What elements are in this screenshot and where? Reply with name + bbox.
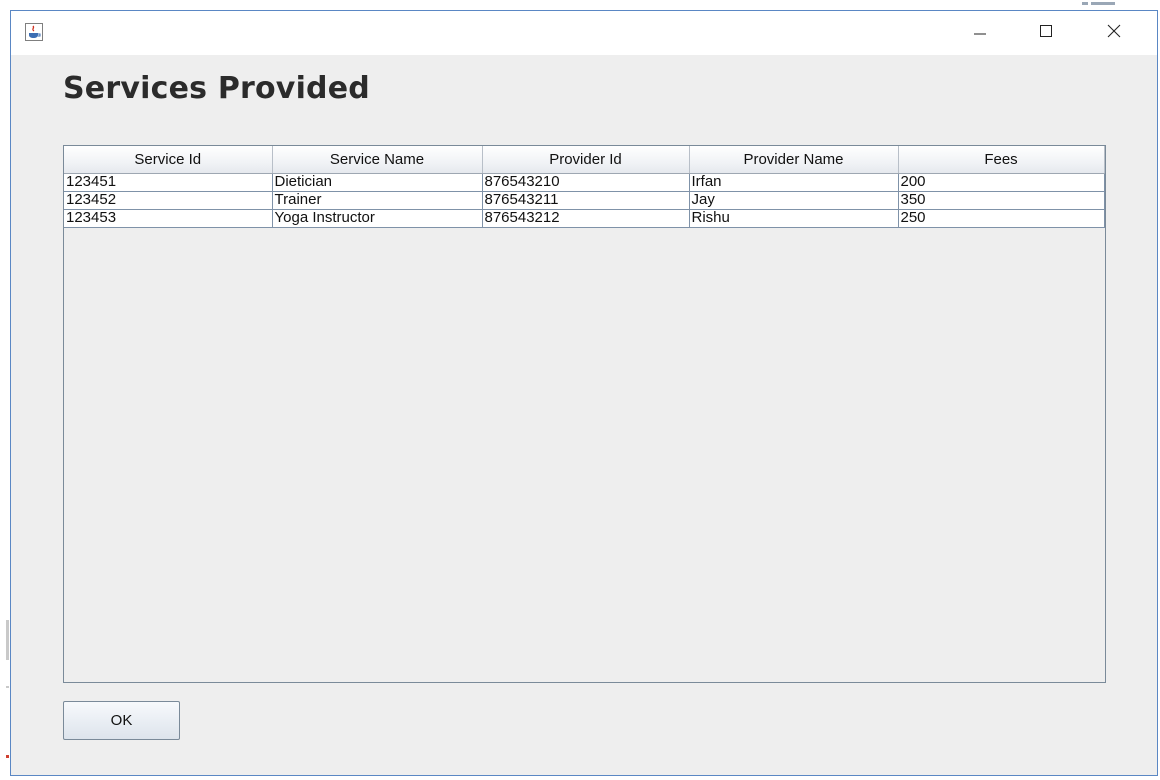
cell-provider-id[interactable]: 876543211 — [482, 191, 690, 210]
cell-provider-name[interactable]: Irfan — [689, 173, 899, 192]
close-icon — [1106, 23, 1122, 44]
services-dialog-window: Services Provided Service Id Service Nam… — [10, 10, 1158, 776]
cell-fees[interactable]: 200 — [898, 173, 1105, 192]
desktop-fragment — [6, 620, 9, 660]
column-header-fees[interactable]: Fees — [898, 146, 1105, 174]
cell-provider-name[interactable]: Rishu — [689, 209, 899, 228]
column-header-service-name[interactable]: Service Name — [272, 146, 483, 174]
maximize-button[interactable] — [1023, 11, 1069, 55]
cell-service-name[interactable]: Trainer — [272, 191, 483, 210]
cell-service-id[interactable]: 123453 — [64, 209, 273, 228]
desktop-fragment — [6, 686, 9, 688]
cell-fees[interactable]: 350 — [898, 191, 1105, 210]
cell-provider-id[interactable]: 876543210 — [482, 173, 690, 192]
maximize-icon — [1039, 24, 1053, 43]
cell-provider-name[interactable]: Jay — [689, 191, 899, 210]
desktop-fragment — [6, 755, 9, 758]
java-cup-icon — [25, 23, 43, 41]
column-header-service-id[interactable]: Service Id — [64, 146, 273, 174]
title-bar[interactable] — [11, 11, 1157, 55]
table-row[interactable]: 123453 Yoga Instructor 876543212 Rishu 2… — [64, 209, 1105, 228]
desktop-background — [0, 0, 10, 780]
cell-provider-id[interactable]: 876543212 — [482, 209, 690, 228]
table-row[interactable]: 123452 Trainer 876543211 Jay 350 — [64, 191, 1105, 210]
cell-service-name[interactable]: Yoga Instructor — [272, 209, 483, 228]
close-button[interactable] — [1091, 11, 1137, 55]
column-header-provider-name[interactable]: Provider Name — [689, 146, 899, 174]
desktop-fragment-top — [1082, 0, 1122, 10]
column-header-provider-id[interactable]: Provider Id — [482, 146, 690, 174]
cell-service-id[interactable]: 123452 — [64, 191, 273, 210]
services-table[interactable]: Service Id Service Name Provider Id Prov… — [64, 146, 1105, 228]
cell-service-name[interactable]: Dietician — [272, 173, 483, 192]
table-row[interactable]: 123451 Dietician 876543210 Irfan 200 — [64, 173, 1105, 192]
table-header-row: Service Id Service Name Provider Id Prov… — [64, 146, 1105, 174]
page-title: Services Provided — [63, 71, 370, 106]
cell-fees[interactable]: 250 — [898, 209, 1105, 228]
minimize-icon — [973, 24, 987, 43]
ok-button[interactable]: OK — [63, 701, 180, 740]
services-table-scroll-pane[interactable]: Service Id Service Name Provider Id Prov… — [63, 145, 1106, 683]
minimize-button[interactable] — [957, 11, 1003, 55]
cell-service-id[interactable]: 123451 — [64, 173, 273, 192]
